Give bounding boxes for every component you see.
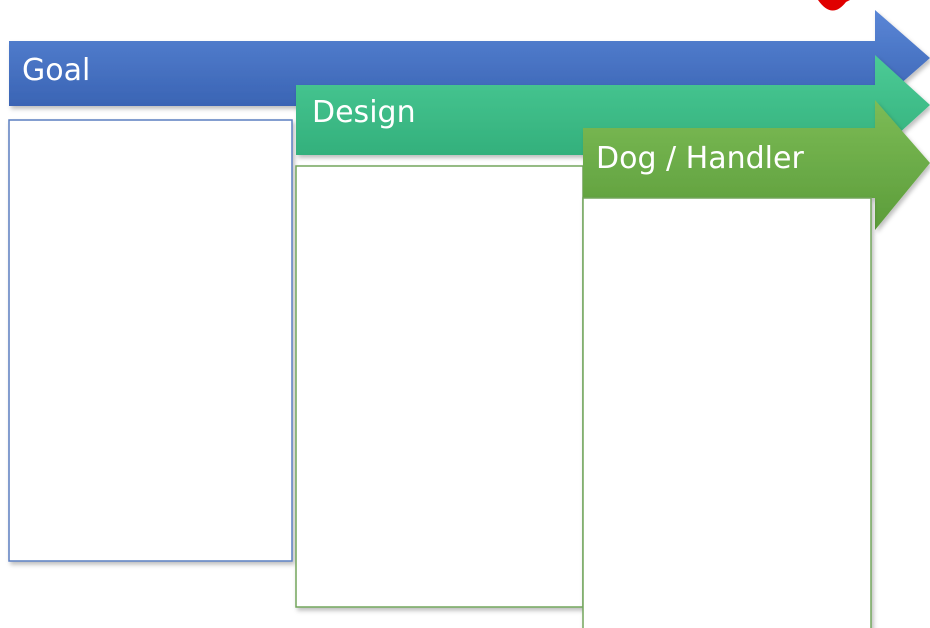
dog-handler-label: Dog / Handler xyxy=(596,141,804,176)
goal-label: Goal xyxy=(22,53,91,88)
corner-red-mark xyxy=(818,0,850,11)
process-diagram xyxy=(8,0,930,628)
goal-panel xyxy=(8,119,293,562)
design-label: Design xyxy=(312,95,416,130)
dog-handler-panel xyxy=(582,197,872,628)
design-panel xyxy=(295,165,584,608)
